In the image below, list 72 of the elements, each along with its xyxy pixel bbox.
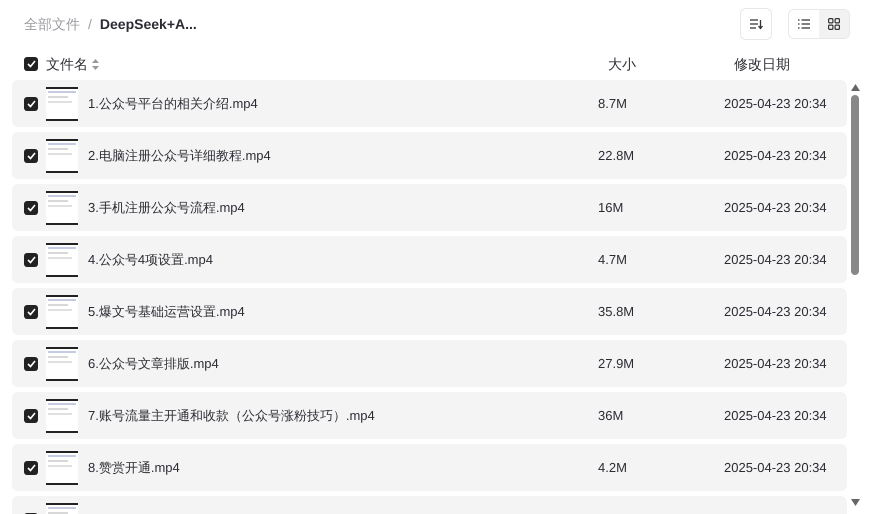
- checkmark-icon: [26, 204, 36, 212]
- checkbox[interactable]: [24, 356, 38, 370]
- modified-date: 2025-04-23 20:34: [724, 94, 827, 113]
- file-name[interactable]: 7.账号流量主开通和收款（公众号涨粉技巧）.mp4: [88, 406, 598, 426]
- video-thumbnail: [46, 346, 78, 380]
- list-view-button[interactable]: [789, 10, 819, 38]
- file-size: 27.9M: [598, 354, 636, 373]
- video-thumbnail: [46, 398, 78, 432]
- file-size: 8.7M: [598, 94, 628, 113]
- video-thumbnail: [46, 242, 78, 276]
- file-name[interactable]: 1.公众号平台的相关介绍.mp4: [88, 94, 598, 114]
- checkbox[interactable]: [24, 252, 38, 266]
- file-name[interactable]: 6.公众号文章排版.mp4: [88, 354, 598, 374]
- modified-date: 2025-04-23 20:34: [724, 458, 827, 477]
- file-row[interactable]: 2.电脑注册公众号详细教程.mp4 22.8M 2025-04-23 20:34: [12, 132, 847, 179]
- file-row[interactable]: 6.公众号文章排版.mp4 27.9M 2025-04-23 20:34: [12, 340, 847, 387]
- scroll-down-icon[interactable]: [850, 499, 860, 506]
- file-row[interactable]: 1.公众号平台的相关介绍.mp4 8.7M 2025-04-23 20:34: [12, 80, 847, 127]
- checkbox[interactable]: [24, 57, 38, 71]
- file-size: 4.7M: [598, 250, 628, 269]
- checkbox[interactable]: [24, 200, 38, 214]
- sort-arrows-icon[interactable]: [92, 58, 99, 70]
- modified-date: 2025-04-23 20:34: [724, 406, 827, 425]
- checkbox[interactable]: [24, 408, 38, 422]
- file-name[interactable]: 2.电脑注册公众号详细教程.mp4: [88, 146, 598, 166]
- file-row[interactable]: 4.公众号4项设置.mp4 4.7M 2025-04-23 20:34: [12, 236, 847, 283]
- checkbox[interactable]: [24, 460, 38, 474]
- file-name[interactable]: 4.公众号4项设置.mp4: [88, 250, 598, 270]
- checkmark-icon: [26, 412, 36, 420]
- video-thumbnail: [46, 450, 78, 484]
- file-size: 22.8M: [598, 146, 636, 165]
- list-icon: [798, 19, 810, 29]
- scrollbar-thumb[interactable]: [851, 95, 859, 275]
- file-row[interactable]: 3.手机注册公众号流程.mp4 16M 2025-04-23 20:34: [12, 184, 847, 231]
- video-thumbnail: [46, 190, 78, 224]
- column-header: 大小: [608, 55, 637, 74]
- file-name[interactable]: 8.赞赏开通.mp4: [88, 458, 598, 478]
- modified-date: 2025-04-23 20:34: [724, 198, 827, 217]
- scroll-up-icon[interactable]: [850, 84, 860, 91]
- sort-button[interactable]: [740, 8, 772, 40]
- file-size: 35.8M: [598, 302, 636, 321]
- file-size: 16M: [598, 198, 624, 217]
- checkmark-icon: [26, 60, 36, 68]
- modified-date: 2025-04-23 20:34: [724, 146, 827, 165]
- grid-icon: [828, 18, 840, 30]
- checkbox[interactable]: [24, 148, 38, 162]
- video-thumbnail: [46, 294, 78, 328]
- file-size: 36M: [598, 406, 624, 425]
- column-header: 修改日期: [734, 55, 791, 74]
- video-thumbnail: [46, 138, 78, 172]
- checkmark-icon: [26, 256, 36, 264]
- checkmark-icon: [26, 360, 36, 368]
- checkbox[interactable]: [24, 96, 38, 110]
- file-name[interactable]: 3.手机注册公众号流程.mp4: [88, 198, 598, 218]
- sort-icon: [749, 18, 763, 30]
- checkmark-icon: [26, 100, 36, 108]
- modified-date: 2025-04-23 20:34: [724, 250, 827, 269]
- checkmark-icon: [26, 308, 36, 316]
- checkbox[interactable]: [24, 304, 38, 318]
- video-thumbnail: [46, 86, 78, 120]
- file-row[interactable]: 8.赞赏开通.mp4 4.2M 2025-04-23 20:34: [12, 444, 847, 491]
- file-row[interactable]: 7.账号流量主开通和收款（公众号涨粉技巧）.mp4 36M 2025-04-23 20:34: [12, 392, 847, 439]
- file-size: 4.2M: [598, 458, 628, 477]
- file-row[interactable]: 5.爆文号基础运营设置.mp4 35.8M 2025-04-23 20:34: [12, 288, 847, 335]
- breadcrumb-link[interactable]: DeepSeek+A...: [100, 14, 197, 34]
- breadcrumb-separator: /: [88, 15, 92, 34]
- modified-date: 2025-04-23 20:34: [724, 302, 827, 321]
- column-header[interactable]: 文件名: [46, 54, 88, 74]
- checkmark-icon: [26, 464, 36, 472]
- checkmark-icon: [26, 152, 36, 160]
- file-name[interactable]: 5.爆文号基础运营设置.mp4: [88, 302, 598, 322]
- modified-date: 2025-04-23 20:34: [724, 354, 827, 373]
